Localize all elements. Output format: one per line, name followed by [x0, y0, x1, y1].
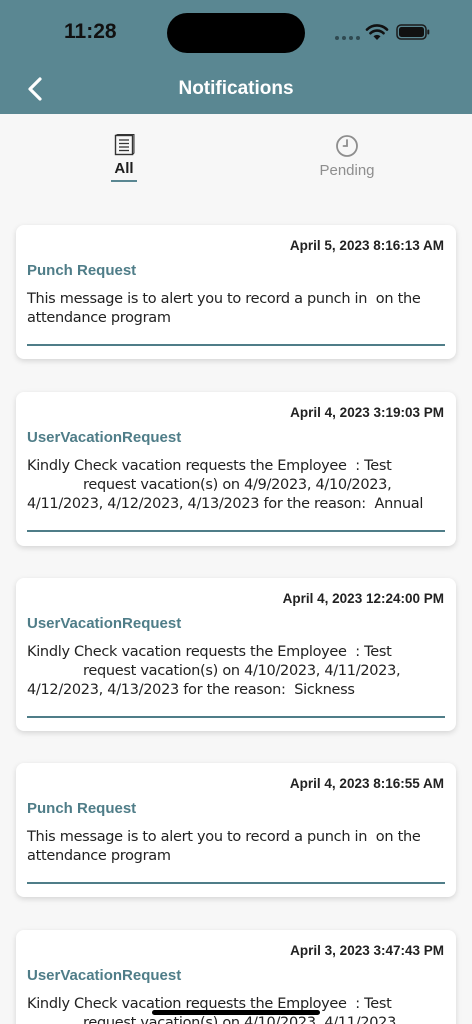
dynamic-island [167, 13, 305, 53]
tab-pending[interactable]: Pending [287, 134, 407, 179]
notification-card[interactable]: April 4, 2023 8:16:55 AM Punch Request T… [16, 763, 456, 897]
notification-body: Kindly Check vacation requests the Emplo… [27, 458, 424, 512]
battery-icon [396, 24, 430, 40]
wifi-icon [365, 24, 389, 40]
card-divider [27, 882, 445, 884]
card-divider [27, 344, 445, 346]
tab-pending-label: Pending [319, 162, 375, 179]
notification-card[interactable]: April 4, 2023 12:24:00 PM UserVacationRe… [16, 578, 456, 731]
status-time: 11:28 [64, 20, 117, 43]
notification-card[interactable]: April 5, 2023 8:16:13 AM Punch Request T… [16, 225, 456, 359]
notification-date: April 4, 2023 8:16:55 AM [289, 776, 444, 791]
notification-date: April 4, 2023 3:19:03 PM [290, 405, 444, 420]
notification-title: Punch Request [27, 262, 137, 279]
page-title: Notifications [178, 78, 294, 99]
home-indicator[interactable] [152, 1010, 320, 1015]
notification-date: April 5, 2023 8:16:13 AM [289, 238, 444, 253]
tab-all-label: All [114, 160, 134, 177]
notification-date: April 3, 2023 3:47:43 PM [290, 943, 444, 958]
notification-title: UserVacationRequest [27, 615, 182, 632]
notification-body: This message is to alert you to record a… [27, 291, 425, 326]
notification-card[interactable]: April 4, 2023 3:19:03 PM UserVacationReq… [16, 392, 456, 546]
list-icon [114, 134, 135, 156]
clock-icon [336, 135, 358, 157]
cellular-signal-icon [335, 36, 360, 40]
notification-date: April 4, 2023 12:24:00 PM [282, 591, 444, 606]
app-header: 11:28 Notifications [0, 0, 472, 114]
tab-all[interactable]: All [64, 134, 184, 182]
notification-title: UserVacationRequest [27, 429, 182, 446]
notification-title: Punch Request [27, 800, 137, 817]
notification-body: Kindly Check vacation requests the Emplo… [27, 644, 401, 698]
notification-title: UserVacationRequest [27, 967, 182, 984]
notification-body: This message is to alert you to record a… [27, 829, 425, 864]
card-divider [27, 530, 445, 532]
active-tab-indicator [111, 180, 137, 182]
card-divider [27, 716, 445, 718]
